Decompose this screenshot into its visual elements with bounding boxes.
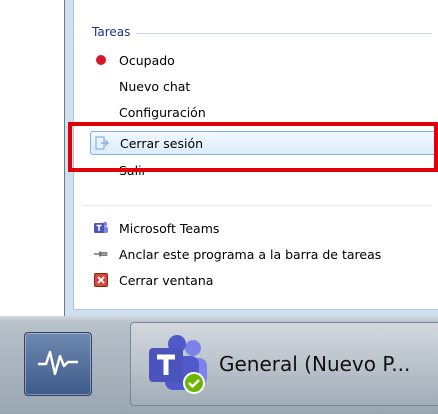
- open-microsoft-teams[interactable]: Microsoft Teams: [90, 216, 436, 240]
- teams-icon: [145, 332, 209, 396]
- close-window[interactable]: Cerrar ventana: [90, 268, 436, 292]
- task-label: Ocupado: [119, 52, 175, 68]
- pin-icon: [93, 246, 109, 262]
- status-available-icon: [183, 372, 205, 398]
- task-label: Cerrar sesión: [120, 135, 204, 151]
- jump-list-menu: Tareas Ocupado Nuevo chat Configuración …: [64, 0, 438, 318]
- task-nuevo-chat[interactable]: Nuevo chat: [90, 74, 436, 98]
- task-cerrar-sesion[interactable]: Cerrar sesión: [90, 131, 436, 155]
- task-label: Configuración: [119, 104, 206, 120]
- tasks-section-title: Tareas: [92, 25, 131, 39]
- jump-list-panel: Tareas Ocupado Nuevo chat Configuración …: [73, 0, 438, 310]
- close-window-icon: [93, 272, 109, 288]
- task-label: Nuevo chat: [119, 78, 191, 94]
- taskbar-teams-button[interactable]: General (Nuevo P...: [130, 322, 438, 406]
- taskbar: General (Nuevo P...: [0, 316, 438, 414]
- section-divider: [136, 32, 432, 34]
- resource-monitor-icon: [36, 344, 80, 384]
- task-salir[interactable]: Salir: [90, 158, 436, 182]
- item-label: Microsoft Teams: [119, 220, 220, 236]
- task-label: Salir: [119, 162, 147, 178]
- teams-icon: [93, 220, 109, 236]
- task-configuracion[interactable]: Configuración: [90, 100, 436, 124]
- tasks-section-header: Tareas: [92, 24, 432, 40]
- red-dot-icon: [93, 52, 109, 68]
- menu-separator: [82, 205, 432, 206]
- taskbar-window-title: General (Nuevo P...: [219, 352, 411, 376]
- task-ocupado[interactable]: Ocupado: [90, 48, 436, 72]
- item-label: Anclar este programa a la barra de tarea…: [119, 246, 382, 262]
- logout-icon: [94, 135, 110, 151]
- pin-to-taskbar[interactable]: Anclar este programa a la barra de tarea…: [90, 242, 436, 266]
- taskbar-resource-monitor-button[interactable]: [24, 332, 92, 396]
- item-label: Cerrar ventana: [119, 272, 214, 288]
